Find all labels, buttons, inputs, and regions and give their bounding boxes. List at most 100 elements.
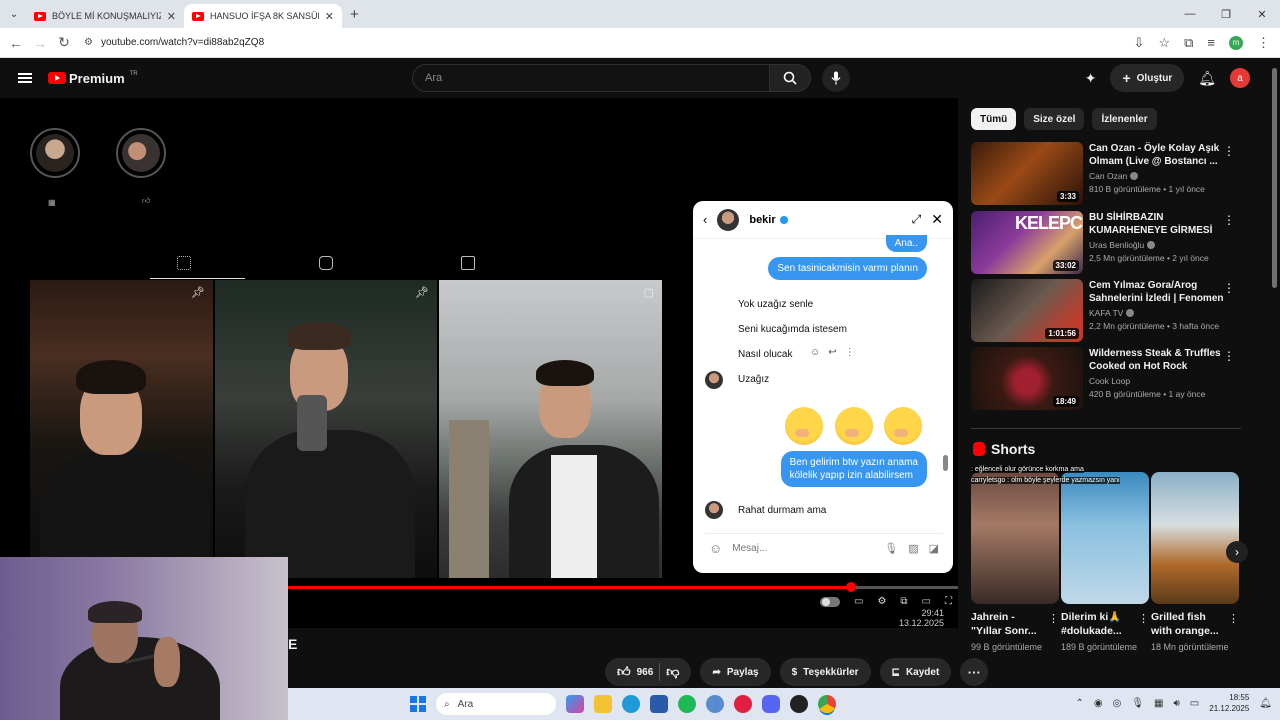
- new-tab-icon[interactable]: +: [350, 6, 359, 23]
- short-menu-icon[interactable]: ⋮: [1228, 612, 1239, 625]
- create-button[interactable]: + Oluştur: [1110, 64, 1185, 92]
- video-thumbnail[interactable]: 18:49: [971, 347, 1083, 410]
- close-tab-icon[interactable]: ✕: [167, 10, 176, 23]
- profile-avatar[interactable]: m: [1229, 35, 1243, 50]
- thanks-button[interactable]: $ Teşekkürler: [779, 658, 871, 686]
- short-thumbnail[interactable]: [1151, 472, 1239, 604]
- autoplay-toggle[interactable]: [819, 596, 840, 607]
- system-clock[interactable]: 18:55 21.12.2025: [1209, 692, 1249, 714]
- like-button[interactable]: 👍︎ 966: [617, 664, 653, 680]
- notifications-bell-icon[interactable]: 🔔︎: [1198, 70, 1216, 87]
- channel-name[interactable]: KAFA TV: [1089, 308, 1123, 318]
- theater-mode-icon[interactable]: ▭: [922, 596, 931, 607]
- tray-app-icon[interactable]: ◎: [1113, 698, 1122, 709]
- minimize-icon[interactable]: —: [1172, 0, 1208, 28]
- restore-icon[interactable]: ❐: [1208, 0, 1244, 28]
- browser-tab-2[interactable]: HANSUO İFŞA 8K SANSÜRSÜZ ✕: [184, 4, 342, 28]
- related-video[interactable]: 18:49 Wilderness Steak & Truffles Cooked…: [971, 347, 1241, 411]
- edge-icon[interactable]: [622, 695, 640, 713]
- notifications-icon[interactable]: 🔔︎: [1259, 698, 1272, 709]
- video-thumbnail[interactable]: KELEPCE 33:02: [971, 211, 1083, 274]
- close-window-icon[interactable]: ✕: [1244, 0, 1280, 28]
- dislike-button[interactable]: 👎︎: [666, 664, 679, 680]
- subtitles-icon[interactable]: ▭: [854, 596, 863, 607]
- video-title[interactable]: BU SİHİRBAZIN KUMARHENEYE GİRMESİ YASAK!: [1089, 211, 1225, 237]
- discord-icon[interactable]: [762, 695, 780, 713]
- copilot-icon[interactable]: [566, 695, 584, 713]
- extensions-icon[interactable]: ⧉: [1184, 35, 1193, 51]
- related-video[interactable]: KELEPCE 33:02 BU SİHİRBAZIN KUMARHENEYE …: [971, 211, 1241, 275]
- video-title[interactable]: Cem Yılmaz Gora/Arog Sahnelerini İzledi …: [1089, 279, 1225, 305]
- chrome-icon[interactable]: [818, 695, 836, 713]
- network-icon[interactable]: ▦: [1154, 698, 1163, 709]
- short-title[interactable]: Grilled fish with orange...: [1151, 610, 1239, 638]
- forward-icon[interactable]: →: [28, 35, 52, 51]
- tray-app-icon[interactable]: ◉: [1094, 698, 1103, 709]
- media-control-icon[interactable]: ≡: [1207, 35, 1215, 50]
- tab-search-chevron-icon[interactable]: ⌄: [2, 4, 26, 24]
- shorts-next-button[interactable]: ›: [1226, 541, 1248, 563]
- channel-name[interactable]: Can Ozan: [1089, 171, 1127, 181]
- video-thumbnail[interactable]: 3:33: [971, 142, 1083, 205]
- chip-all[interactable]: Tümü: [971, 108, 1017, 130]
- short-thumbnail[interactable]: [1061, 472, 1149, 604]
- video-menu-icon[interactable]: ⋮: [1223, 144, 1235, 158]
- site-info-icon[interactable]: ⚙: [84, 37, 93, 48]
- short-title[interactable]: Jahrein - "Yıllar Sonr...: [971, 610, 1059, 638]
- search-input[interactable]: Ara: [412, 64, 770, 92]
- tray-overflow-icon[interactable]: ⌃: [1075, 698, 1083, 709]
- reload-icon[interactable]: ↻: [52, 34, 76, 51]
- file-explorer-icon[interactable]: [594, 695, 612, 713]
- progress-bar[interactable]: [288, 582, 958, 592]
- search-button[interactable]: [769, 64, 811, 92]
- windows-start-icon[interactable]: [410, 696, 426, 712]
- cast-icon[interactable]: ✦: [1085, 70, 1097, 87]
- video-title[interactable]: Can Ozan - Öyle Kolay Aşık Olmam (Live @…: [1089, 142, 1225, 168]
- video-player[interactable]: ▦ 👍︎ 📌︎ 📌︎ ▢ ‹ bekir ⤢ ✕ Ana.. Sen tasin…: [0, 98, 958, 628]
- voice-search-button[interactable]: [822, 64, 850, 92]
- short-thumbnail[interactable]: [971, 472, 1059, 604]
- media-player-icon[interactable]: [734, 695, 752, 713]
- app-icon[interactable]: [790, 695, 808, 713]
- related-video[interactable]: 1:01:56 Cem Yılmaz Gora/Arog Sahnelerini…: [971, 279, 1241, 343]
- back-icon[interactable]: ←: [4, 35, 28, 51]
- share-button[interactable]: ➦ Paylaş: [700, 658, 771, 686]
- short-menu-icon[interactable]: ⋮: [1048, 612, 1059, 625]
- app-icon[interactable]: [706, 695, 724, 713]
- video-title[interactable]: Wilderness Steak & Truffles Cooked on Ho…: [1089, 347, 1225, 373]
- close-tab-icon[interactable]: ✕: [325, 10, 334, 23]
- browser-menu-icon[interactable]: ⋮: [1257, 35, 1270, 51]
- volume-icon[interactable]: 🔊︎: [1173, 698, 1179, 709]
- spotify-icon[interactable]: [678, 695, 696, 713]
- mic-tray-icon[interactable]: 🎙︎: [1131, 698, 1144, 709]
- page-scrollbar[interactable]: [1270, 58, 1280, 688]
- browser-tab-1[interactable]: BÖYLE Mİ KONUŞMALIYIZ KON ✕: [26, 4, 184, 28]
- chip-watched[interactable]: İzlenenler: [1092, 108, 1157, 130]
- battery-icon[interactable]: ▭: [1190, 698, 1199, 709]
- settings-gear-icon[interactable]: ⚙: [877, 596, 886, 607]
- scrubber-handle[interactable]: [845, 582, 856, 592]
- related-video[interactable]: 3:33 Can Ozan - Öyle Kolay Aşık Olmam (L…: [971, 142, 1241, 206]
- video-menu-icon[interactable]: ⋮: [1223, 349, 1235, 363]
- hamburger-menu-icon[interactable]: [18, 73, 32, 83]
- chip-for-you[interactable]: Size özel: [1024, 108, 1085, 130]
- channel-name[interactable]: Cook Loop: [1089, 376, 1130, 386]
- short-title[interactable]: Dilerim ki🙏 #dolukade...: [1061, 610, 1149, 638]
- video-thumbnail[interactable]: 1:01:56: [971, 279, 1083, 342]
- bookmark-star-icon[interactable]: ☆: [1158, 35, 1170, 51]
- channel-name[interactable]: Uras Benlioğlu: [1089, 240, 1144, 250]
- install-app-icon[interactable]: ⇩: [1134, 35, 1145, 51]
- account-avatar[interactable]: a: [1230, 68, 1250, 88]
- store-icon[interactable]: [650, 695, 668, 713]
- miniplayer-icon[interactable]: ⧉: [900, 596, 907, 607]
- save-button[interactable]: ⊑ Kaydet: [879, 658, 952, 686]
- video-menu-icon[interactable]: ⋮: [1223, 213, 1235, 227]
- url-field[interactable]: ⚙ youtube.com/watch?v=di88ab2qZQ8: [84, 31, 1134, 55]
- youtube-premium-logo[interactable]: Premium TR: [48, 71, 138, 86]
- fullscreen-icon[interactable]: ⛶: [945, 596, 952, 607]
- more-actions-button[interactable]: ···: [960, 658, 989, 686]
- taskbar-search[interactable]: ⌕ Ara: [436, 693, 556, 715]
- short-menu-icon[interactable]: ⋮: [1138, 612, 1149, 625]
- pin-icon: 📌︎: [415, 287, 429, 299]
- video-menu-icon[interactable]: ⋮: [1223, 281, 1235, 295]
